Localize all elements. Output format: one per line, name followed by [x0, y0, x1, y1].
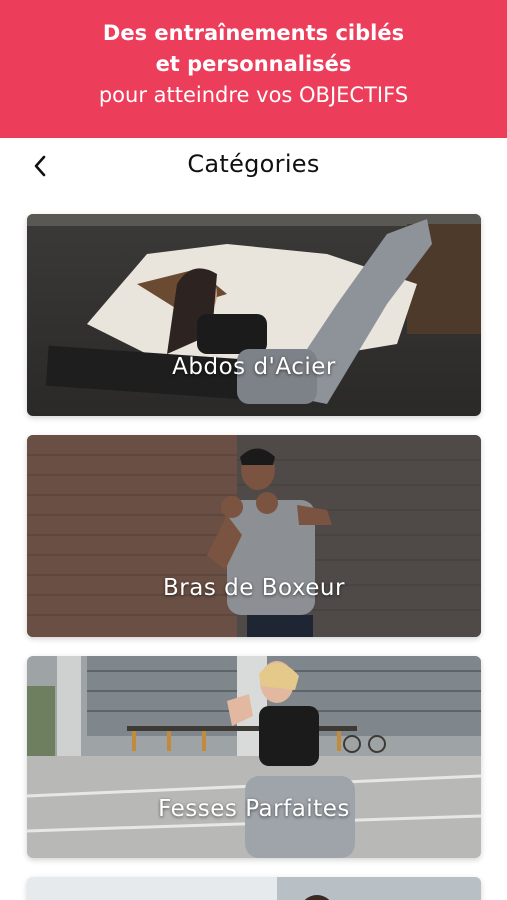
promo-subline: pour atteindre vos OBJECTIFS [98, 83, 409, 107]
category-card-next[interactable] [27, 877, 481, 900]
promo-headline-line1: Des entraînements ciblés [102, 21, 405, 45]
category-list: Abdos d'Acier Bras de Boxeur Fesses Parf… [27, 214, 481, 900]
category-image-abdos [27, 214, 481, 416]
category-image-next [27, 877, 481, 900]
category-card-fesses[interactable]: Fesses Parfaites [27, 656, 481, 858]
promo-headline-line2: et personnalisés [155, 52, 352, 76]
category-image-bras [27, 435, 481, 637]
nav-bar: Catégories [0, 138, 507, 194]
category-label: Fesses Parfaites [158, 796, 350, 822]
category-label: Bras de Boxeur [163, 575, 345, 601]
promo-banner: Des entraînements ciblés et personnalisé… [0, 0, 507, 138]
category-card-abdos[interactable]: Abdos d'Acier [27, 214, 481, 416]
category-image-fesses [27, 656, 481, 858]
category-label: Abdos d'Acier [172, 354, 336, 380]
category-card-bras[interactable]: Bras de Boxeur [27, 435, 481, 637]
page-title: Catégories [187, 150, 320, 178]
